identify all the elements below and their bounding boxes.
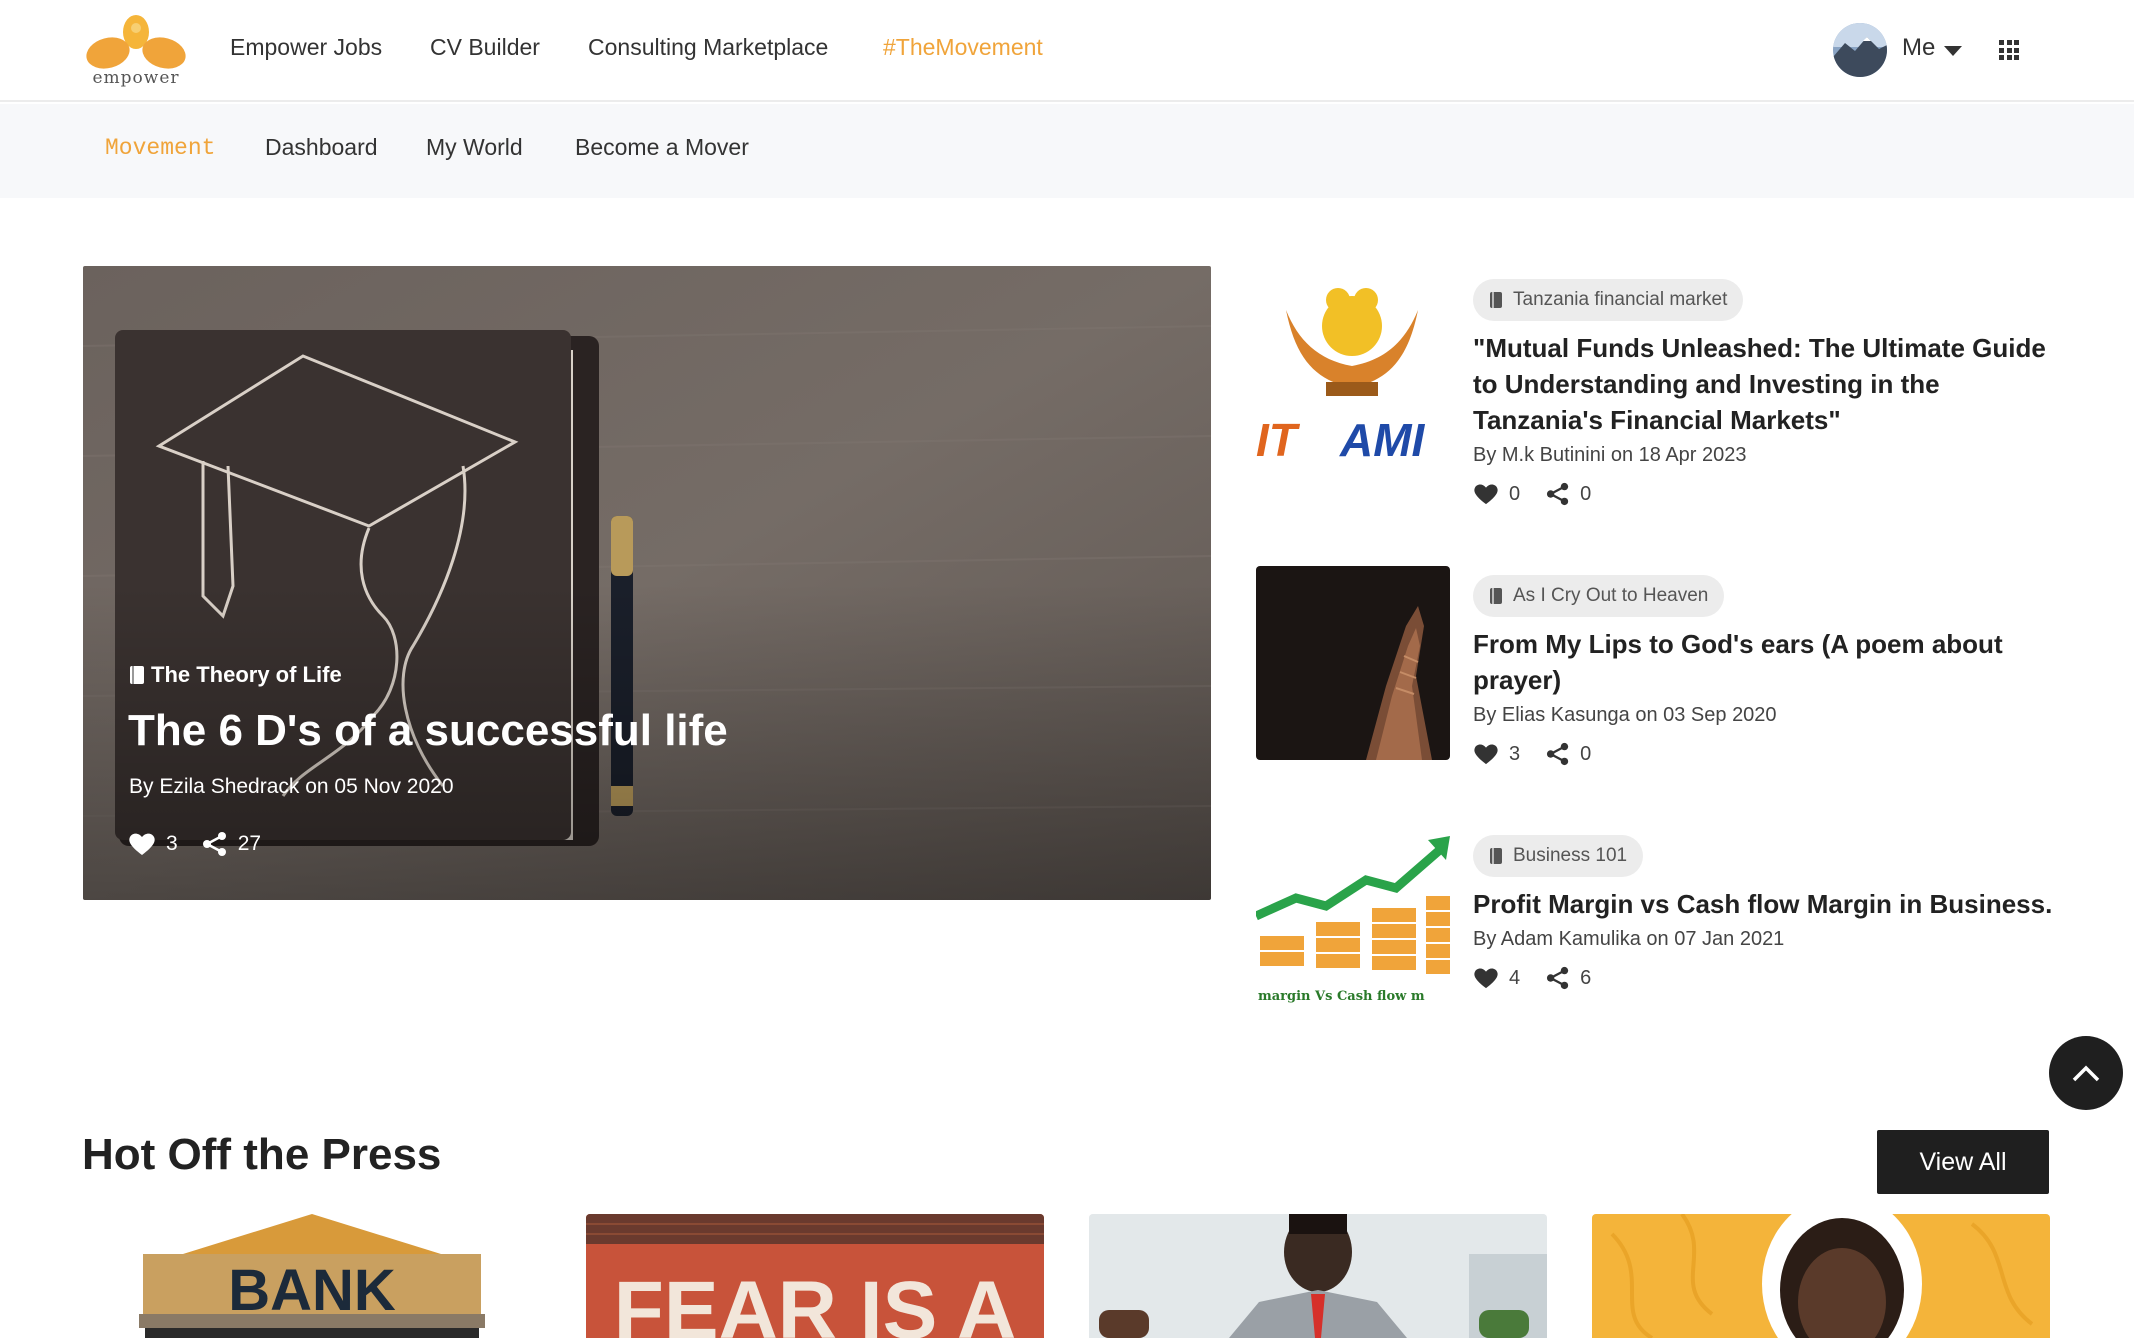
hero-category[interactable]: The Theory of Life <box>129 662 342 688</box>
article-title[interactable]: From My Lips to God's ears (A poem about… <box>1473 626 2053 698</box>
subnav-dashboard[interactable]: Dashboard <box>265 134 378 161</box>
hero-stats: 3 27 <box>128 831 261 857</box>
subnav-become-a-mover[interactable]: Become a Mover <box>575 134 749 161</box>
article-byline: By Elias Kasunga on 03 Sep 2020 <box>1473 704 1777 726</box>
article-byline: By M.k Butinini on 18 Apr 2023 <box>1473 444 1747 466</box>
share-count-value: 0 <box>1580 482 1592 505</box>
share-count[interactable]: 6 <box>1546 966 1591 990</box>
hero-byline: By Ezila Shedrack on 05 Nov 2020 <box>129 775 454 798</box>
heart-icon <box>1474 484 1498 505</box>
like-count[interactable]: 3 <box>128 832 178 856</box>
category-chip[interactable]: Tanzania financial market <box>1473 279 1744 321</box>
article-thumbnail[interactable]: IT AMI <box>1256 270 1450 464</box>
press-card[interactable]: FEAR IS A <box>586 1214 1044 1338</box>
side-article[interactable]: As I Cry Out to Heaven From My Lips to G… <box>1256 566 2046 786</box>
like-count-value: 3 <box>166 832 178 855</box>
bookmark-icon <box>1490 588 1502 604</box>
share-icon <box>1547 742 1569 766</box>
category-chip[interactable]: As I Cry Out to Heaven <box>1473 575 1725 617</box>
subnav-movement[interactable]: Movement <box>105 135 215 161</box>
thumb-text-3: margin Vs Cash flow m <box>1258 989 1425 1004</box>
side-article[interactable]: margin Vs Cash flow m Business 101 Profi… <box>1256 826 2052 1026</box>
press-card[interactable] <box>1089 1214 1547 1338</box>
press-card[interactable] <box>1592 1214 2050 1338</box>
like-count[interactable]: 4 <box>1473 966 1520 990</box>
section-title: Hot Off the Press <box>82 1130 442 1179</box>
press-card-image <box>1592 1214 2050 1338</box>
heart-icon <box>1474 744 1498 765</box>
share-count[interactable]: 27 <box>202 831 261 857</box>
share-count-value: 0 <box>1580 742 1592 765</box>
press-card-text: BANK <box>228 1258 396 1323</box>
chevron-down-icon[interactable] <box>1944 46 1962 56</box>
category-chip[interactable]: Business 101 <box>1473 835 1644 877</box>
share-count[interactable]: 0 <box>1546 742 1591 766</box>
article-stats: 4 6 <box>1473 966 1591 990</box>
like-count-value: 3 <box>1509 742 1521 765</box>
share-count[interactable]: 0 <box>1546 482 1591 506</box>
article-title[interactable]: "Mutual Funds Unleashed: The Ultimate Gu… <box>1473 330 2053 438</box>
logo-wordmark: empower <box>92 68 180 88</box>
logo-mark-icon <box>86 15 186 69</box>
press-card-image <box>1089 1214 1547 1338</box>
svg-text:AMI: AMI <box>1339 414 1426 464</box>
share-count-value: 6 <box>1580 966 1592 989</box>
article-title[interactable]: Profit Margin vs Cash flow Margin in Bus… <box>1473 886 2053 922</box>
subnav-my-world[interactable]: My World <box>426 134 523 161</box>
nav-the-movement[interactable]: #TheMovement <box>883 34 1043 61</box>
hero-title[interactable]: The 6 D's of a successful life <box>128 706 728 756</box>
scroll-to-top-button[interactable] <box>2049 1036 2123 1110</box>
press-card-image: BANK <box>83 1214 541 1338</box>
category-chip-label: Business 101 <box>1513 845 1628 866</box>
nav-consulting-marketplace[interactable]: Consulting Marketplace <box>588 34 828 61</box>
heart-icon <box>1474 968 1498 989</box>
bookmark-icon <box>1490 292 1502 308</box>
category-chip-label: Tanzania financial market <box>1513 289 1728 310</box>
press-card-image: FEAR IS A <box>586 1214 1044 1338</box>
empower-logo[interactable]: empower <box>82 10 190 90</box>
article-thumbnail[interactable] <box>1256 566 1450 760</box>
featured-article[interactable]: The Theory of Life The 6 D's of a succes… <box>83 266 1211 900</box>
hero-category-label: The Theory of Life <box>151 662 342 687</box>
heart-icon <box>129 833 155 855</box>
side-article[interactable]: IT AMI Tanzania financial market "Mutual… <box>1256 270 2046 520</box>
press-card[interactable]: BANK <box>83 1214 541 1338</box>
hero-overlay <box>83 266 1211 900</box>
press-card-text: FEAR IS A <box>614 1265 1016 1338</box>
grid-icon[interactable] <box>1999 40 2019 60</box>
share-count-value: 27 <box>237 832 262 855</box>
movement-subnav: Movement Dashboard My World Become a Mov… <box>0 104 2134 198</box>
bookmark-icon <box>1490 848 1502 864</box>
chevron-up-icon <box>2072 1065 2100 1082</box>
article-thumbnail[interactable]: margin Vs Cash flow m <box>1256 826 1450 1020</box>
share-icon <box>1547 966 1569 990</box>
like-count[interactable]: 0 <box>1473 482 1520 506</box>
article-stats: 0 0 <box>1473 482 1591 506</box>
nav-cv-builder[interactable]: CV Builder <box>430 34 540 61</box>
like-count-value: 4 <box>1509 966 1521 989</box>
view-all-button[interactable]: View All <box>1877 1130 2049 1194</box>
share-icon <box>1547 482 1569 506</box>
like-count[interactable]: 3 <box>1473 742 1520 766</box>
user-menu-label[interactable]: Me <box>1902 34 1935 62</box>
top-navbar: empower Empower Jobs CV Builder Consulti… <box>0 0 2134 102</box>
bookmark-icon <box>130 666 144 684</box>
article-byline: By Adam Kamulika on 07 Jan 2021 <box>1473 928 1785 950</box>
like-count-value: 0 <box>1509 482 1521 505</box>
article-stats: 3 0 <box>1473 742 1591 766</box>
avatar[interactable] <box>1833 23 1887 77</box>
thumb-text-1: IT <box>1256 414 1301 464</box>
share-icon <box>202 832 226 856</box>
nav-empower-jobs[interactable]: Empower Jobs <box>230 34 382 61</box>
category-chip-label: As I Cry Out to Heaven <box>1513 585 1709 606</box>
